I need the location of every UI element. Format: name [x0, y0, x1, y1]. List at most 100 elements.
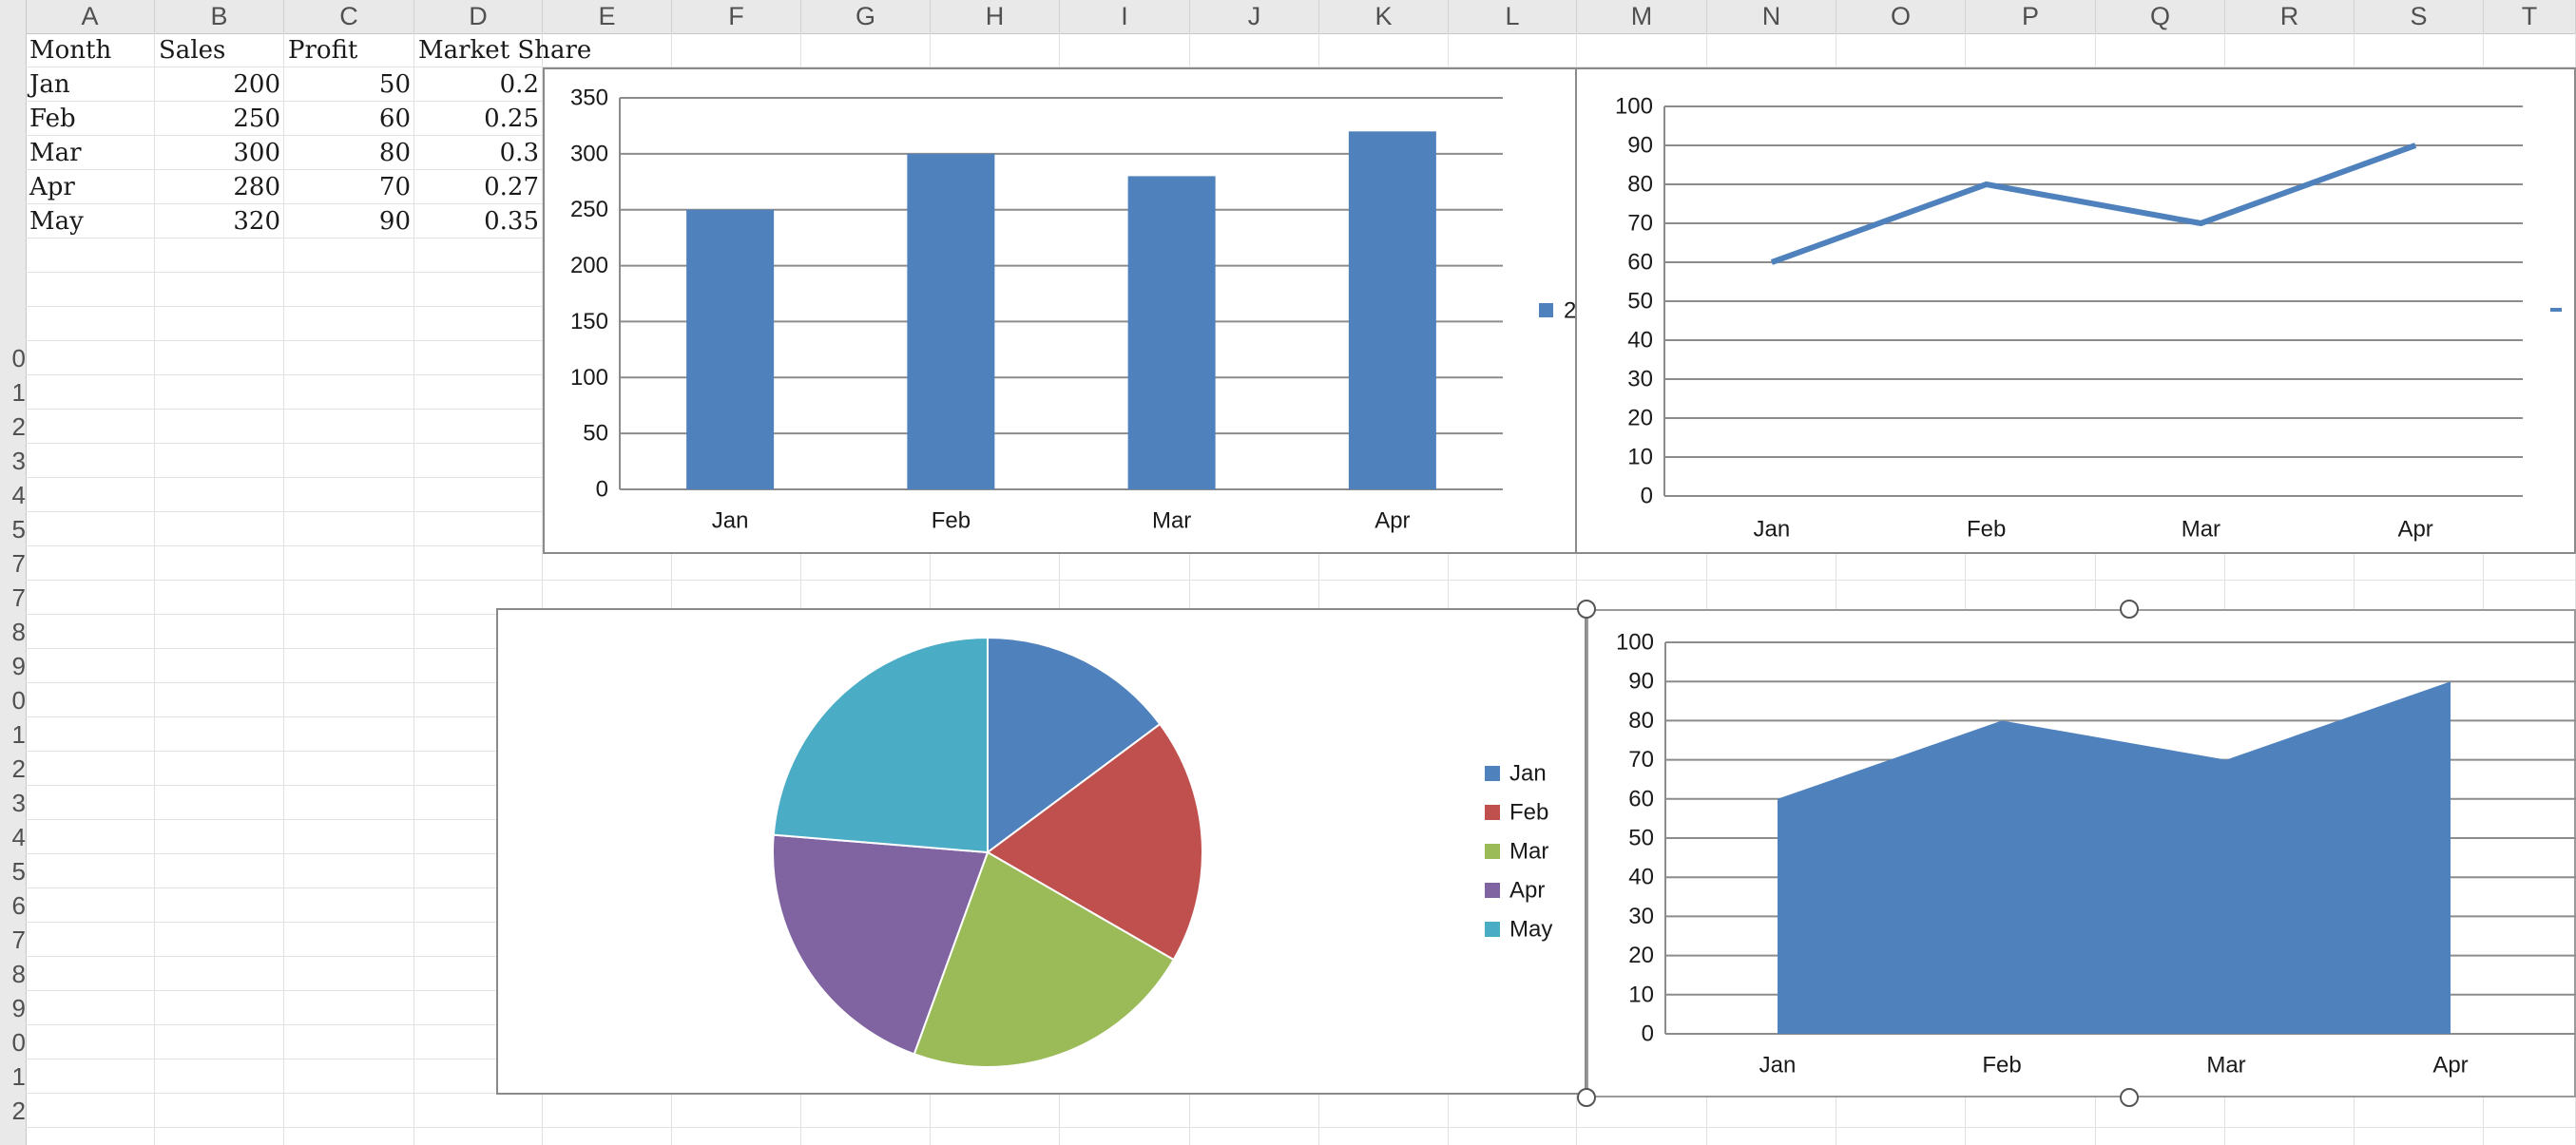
row-header[interactable] — [0, 67, 26, 102]
column-header-b[interactable]: B — [155, 0, 284, 33]
value-cell[interactable]: 70 — [284, 170, 411, 204]
month-cell[interactable]: May — [29, 204, 84, 239]
column-header-r[interactable]: R — [2225, 0, 2355, 33]
row-header[interactable] — [0, 204, 26, 239]
series-line[interactable] — [1770, 143, 2417, 265]
row-header[interactable] — [0, 273, 26, 307]
month-cell[interactable]: Apr — [29, 170, 75, 204]
month-cell[interactable]: Mar — [29, 136, 82, 170]
column-header-s[interactable]: S — [2355, 0, 2484, 33]
select-all-corner[interactable] — [0, 0, 27, 33]
y-tick-label: 350 — [570, 86, 608, 111]
column-header-d[interactable]: D — [414, 0, 543, 33]
value-cell[interactable]: 0.25 — [414, 102, 539, 136]
resize-handle-top-middle[interactable] — [2120, 600, 2139, 619]
resize-handle-top-left[interactable] — [1577, 600, 1596, 619]
month-cell[interactable]: Jan — [29, 67, 70, 102]
row-header[interactable]: 0 — [0, 683, 26, 717]
row-header[interactable]: 2 — [0, 1094, 26, 1128]
row-header[interactable]: 2 — [0, 410, 26, 444]
row-header[interactable]: 8 — [0, 615, 26, 649]
value-cell[interactable]: 50 — [284, 67, 411, 102]
row-header[interactable]: 2 — [0, 752, 26, 786]
column-header-i[interactable]: I — [1060, 0, 1190, 33]
column-header-o[interactable]: O — [1836, 0, 1966, 33]
month-cell[interactable]: Feb — [29, 102, 76, 136]
bar[interactable] — [686, 209, 775, 489]
legend-swatch — [1539, 303, 1553, 317]
column-header-e[interactable]: E — [543, 0, 672, 33]
bar-chart[interactable]: 0 50 100 150 200 250 300 350 Jan Feb Mar Apr 2 — [543, 67, 1577, 554]
row-header[interactable]: 0 — [0, 341, 26, 375]
column-header-g[interactable]: G — [801, 0, 931, 33]
row-header[interactable]: 4 — [0, 820, 26, 854]
line-chart[interactable]: 0 10 20 30 40 50 60 70 80 90 100 Jan Feb Mar Apr — [1575, 67, 2576, 554]
column-header-h[interactable]: H — [931, 0, 1060, 33]
bar[interactable] — [1127, 176, 1216, 489]
column-header-m[interactable]: M — [1577, 0, 1707, 33]
column-header-f[interactable]: F — [672, 0, 801, 33]
row-header[interactable] — [0, 170, 26, 204]
value-cell[interactable]: 280 — [155, 170, 280, 204]
row-header[interactable]: 3 — [0, 444, 26, 478]
header-cell[interactable]: Profit — [288, 33, 357, 67]
y-tick-label: 60 — [1628, 786, 1654, 811]
row-header[interactable] — [0, 33, 26, 67]
column-header-j[interactable]: J — [1190, 0, 1319, 33]
column-header-a[interactable]: A — [26, 0, 155, 33]
value-cell[interactable]: 60 — [284, 102, 411, 136]
resize-handle-bottom-middle[interactable] — [2120, 1088, 2139, 1107]
row-header[interactable]: 1 — [0, 1059, 26, 1094]
value-cell[interactable]: 80 — [284, 136, 411, 170]
value-cell[interactable]: 300 — [155, 136, 280, 170]
column-header-c[interactable]: C — [284, 0, 414, 33]
y-tick-label: 50 — [1627, 289, 1653, 315]
value-cell[interactable]: 320 — [155, 204, 280, 239]
y-tick-label: 80 — [1628, 708, 1654, 734]
row-header[interactable] — [0, 102, 26, 136]
area-chart-svg: 0 10 20 30 40 50 60 70 80 90 100 Jan Feb Mar Apr — [1616, 630, 2576, 1078]
value-cell[interactable]: 250 — [155, 102, 280, 136]
area-chart[interactable]: 0 10 20 30 40 50 60 70 80 90 100 Jan Feb Mar Apr — [1586, 609, 2576, 1097]
row-header[interactable] — [0, 239, 26, 273]
header-cell[interactable]: Month — [29, 33, 111, 67]
row-header[interactable]: 5 — [0, 512, 26, 546]
row-header[interactable]: 5 — [0, 854, 26, 888]
column-header-p[interactable]: P — [1966, 0, 2096, 33]
spreadsheet[interactable]: ABCDEFGHIJKLMNOPQRST 0123457789012345678… — [0, 0, 2576, 1145]
row-header[interactable]: 9 — [0, 991, 26, 1025]
row-header[interactable]: 4 — [0, 478, 26, 512]
pie-slice[interactable] — [772, 636, 989, 854]
header-cell[interactable]: Sales — [159, 33, 225, 67]
row-header[interactable]: 3 — [0, 786, 26, 820]
value-cell[interactable]: 0.2 — [414, 67, 539, 102]
row-header[interactable] — [0, 307, 26, 341]
resize-handle-bottom-left[interactable] — [1577, 1088, 1596, 1107]
row-header[interactable] — [0, 136, 26, 170]
row-header[interactable]: 9 — [0, 649, 26, 683]
row-header[interactable]: 1 — [0, 375, 26, 410]
row-header[interactable]: 1 — [0, 717, 26, 752]
row-header[interactable]: 7 — [0, 581, 26, 615]
row-header[interactable]: 7 — [0, 546, 26, 581]
value-cell[interactable]: 0.35 — [414, 204, 539, 239]
bar[interactable] — [1348, 131, 1436, 490]
bar[interactable] — [907, 153, 995, 489]
row-header[interactable]: 8 — [0, 957, 26, 991]
area-fill[interactable] — [1778, 681, 2451, 1034]
value-cell[interactable]: 90 — [284, 204, 411, 239]
column-header-n[interactable]: N — [1707, 0, 1836, 33]
row-header[interactable]: 7 — [0, 923, 26, 957]
column-header-l[interactable]: L — [1449, 0, 1577, 33]
y-tick-label: 250 — [570, 197, 608, 222]
header-cell[interactable]: Market Share — [418, 33, 591, 67]
row-header[interactable]: 6 — [0, 888, 26, 923]
value-cell[interactable]: 200 — [155, 67, 280, 102]
column-header-t[interactable]: T — [2484, 0, 2576, 33]
column-header-q[interactable]: Q — [2096, 0, 2225, 33]
value-cell[interactable]: 0.27 — [414, 170, 539, 204]
column-header-k[interactable]: K — [1319, 0, 1449, 33]
pie-chart[interactable]: Jan Feb Mar Apr May — [496, 608, 1586, 1095]
row-header[interactable]: 0 — [0, 1025, 26, 1059]
value-cell[interactable]: 0.3 — [414, 136, 539, 170]
